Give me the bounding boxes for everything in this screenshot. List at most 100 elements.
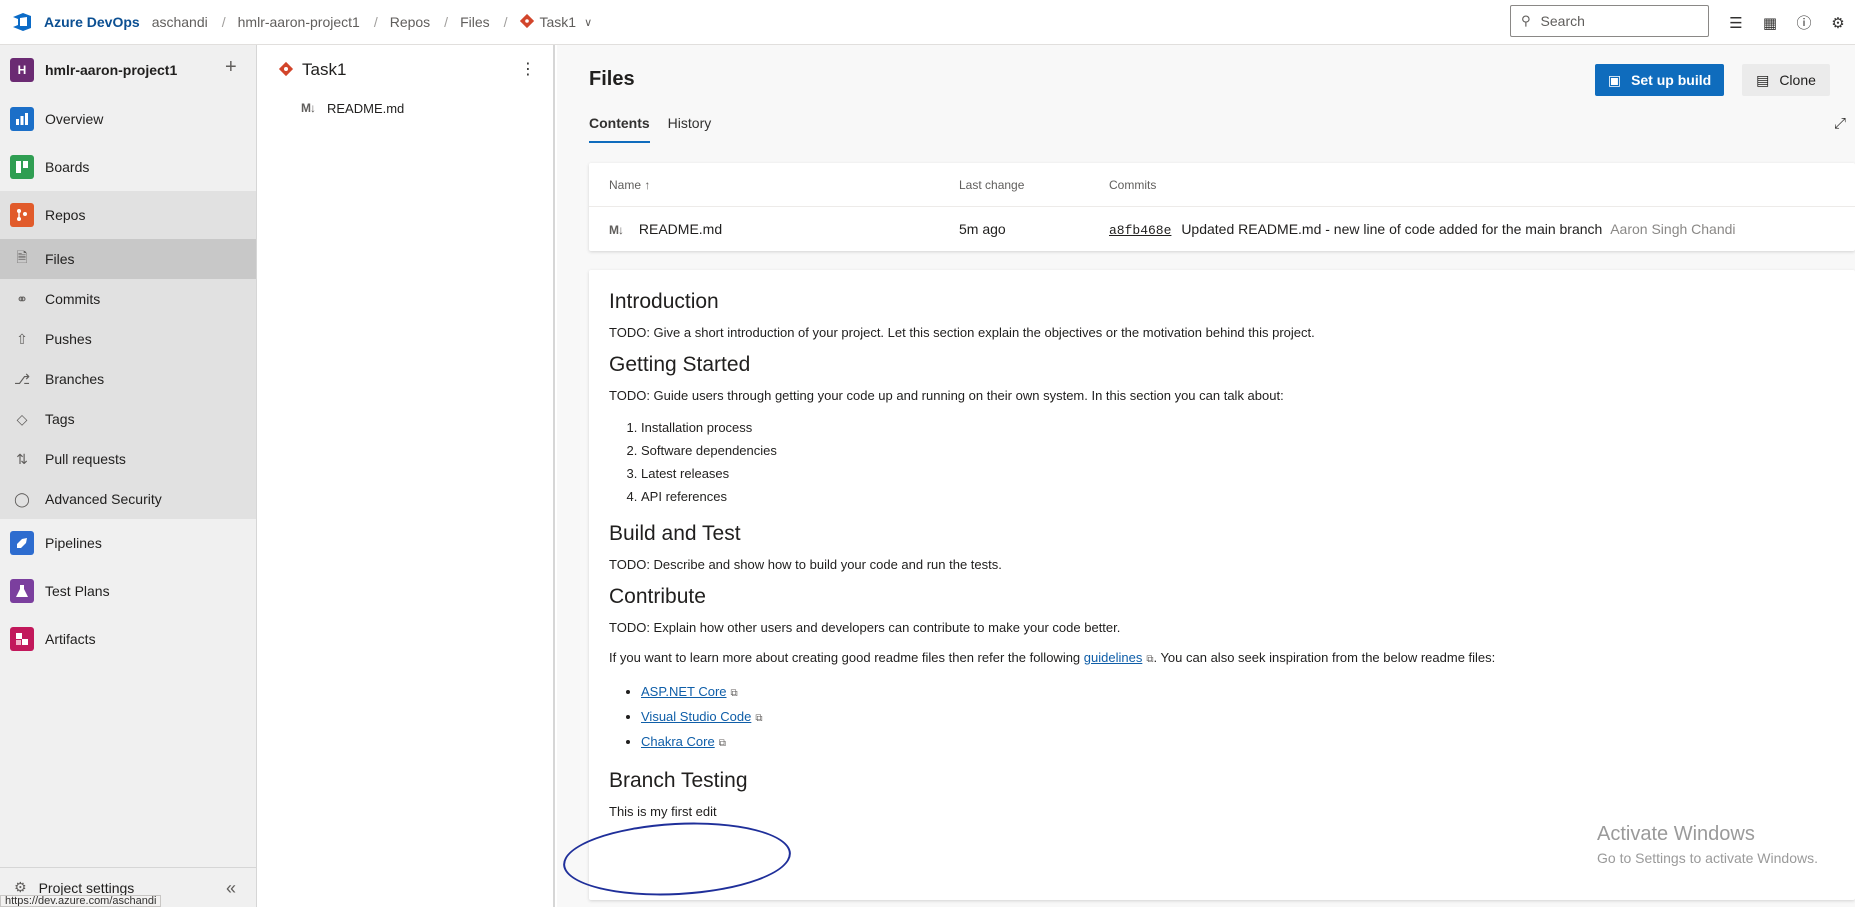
nav-item-pipelines[interactable]: Pipelines [0, 519, 256, 567]
project-header[interactable]: H hmlr-aaron-project1 [0, 45, 256, 95]
commit-message: Updated README.md - new line of code add… [1181, 220, 1603, 237]
external-link-icon: ⧉ [755, 713, 763, 724]
brand-name[interactable]: Azure DevOps [44, 14, 140, 30]
last-change-cell: 5m ago [959, 221, 1006, 237]
boards-icon [10, 155, 34, 179]
visual-studio-code-link[interactable]: Visual Studio Code [641, 709, 751, 724]
learn-post-text: . You can also seek inspiration from the… [1153, 650, 1496, 665]
nav-item-test-plans[interactable]: Test Plans [0, 567, 256, 615]
set-up-build-button[interactable]: ▣ Set up build [1595, 64, 1724, 96]
collapse-nav-icon[interactable]: « [226, 878, 236, 899]
files-icon: 🗎 [16, 249, 28, 265]
column-name-label: Name [609, 177, 642, 192]
file-name-cell[interactable]: M↓ README.md [609, 221, 722, 237]
readme-text: If you want to learn more about creating… [609, 648, 1835, 670]
breadcrumb-repo-selector[interactable]: Task1 ∨ [519, 13, 592, 31]
azure-devops-logo-icon[interactable] [10, 10, 34, 34]
search-icon: ⚲ [1521, 13, 1531, 28]
breadcrumb-separator: / [503, 14, 508, 30]
top-bar: Azure DevOps aschandi / hmlr-aaron-proje… [0, 0, 1855, 45]
sub-item-pushes[interactable]: ⇧ Pushes [0, 319, 256, 359]
tree-file-label: README.md [327, 100, 405, 116]
fullscreen-icon[interactable]: ⤢ [1834, 115, 1846, 132]
sub-item-branches[interactable]: ⎇ Branches [0, 359, 256, 399]
readme-text: This is my first edit [609, 804, 717, 819]
clone-button[interactable]: ▤ Clone [1742, 64, 1830, 96]
search-input[interactable] [1540, 13, 1691, 29]
repo-name: Task1 [302, 60, 347, 79]
breadcrumb-repo-label: Task1 [539, 14, 577, 30]
add-icon[interactable]: + [225, 56, 237, 79]
nav-item-overview[interactable]: Overview [0, 95, 256, 143]
git-repo-icon [278, 61, 294, 80]
nav-label: Repos [45, 207, 86, 223]
file-list-header: Name ↑ Last change Commits [589, 163, 1855, 207]
commits-icon: ⚭ [16, 290, 28, 307]
learn-pre-text: If you want to learn more about creating… [609, 650, 1084, 665]
more-options-icon[interactable]: ⋮ [520, 59, 536, 79]
pushes-icon: ⇧ [16, 330, 28, 347]
table-row[interactable]: M↓ README.md 5m ago a8fb468e Updated REA… [589, 207, 1855, 251]
tab-history[interactable]: History [668, 115, 712, 143]
git-repo-icon [519, 13, 534, 31]
page-title: Files [589, 68, 635, 90]
file-list: Name ↑ Last change Commits M↓ README.md … [589, 163, 1855, 251]
nav-item-artifacts[interactable]: Artifacts [0, 615, 256, 663]
list-item: ASP.NET Core⧉ [641, 680, 1835, 705]
watermark-title: Activate Windows [1597, 823, 1755, 845]
sub-item-label: Tags [45, 411, 75, 427]
sub-item-files[interactable]: 🗎 Files [0, 239, 256, 279]
tree-file-item[interactable]: M↓ README.md [258, 95, 553, 121]
chakra-core-link[interactable]: Chakra Core [641, 734, 715, 749]
breadcrumb-org[interactable]: aschandi [152, 14, 208, 30]
commit-hash-link[interactable]: a8fb468e [1109, 223, 1171, 238]
gear-icon: ⚙ [14, 879, 27, 895]
sub-item-label: Pull requests [45, 451, 126, 467]
nav-item-repos[interactable]: Repos [0, 191, 256, 239]
branches-icon: ⎇ [14, 370, 31, 387]
readme-preview: Introduction TODO: Give a short introduc… [589, 270, 1855, 900]
commit-cell: a8fb468e Updated README.md - new line of… [1109, 221, 1736, 238]
sub-item-tags[interactable]: ◇ Tags [0, 399, 256, 439]
project-settings-label: Project settings [38, 879, 135, 896]
breadcrumb-files[interactable]: Files [460, 14, 490, 30]
markdown-file-icon: M↓ [301, 101, 316, 115]
top-icons: ☰ ▦ ⓘ ⚙ [1728, 0, 1846, 45]
list-item: Latest releases [641, 462, 1835, 485]
column-header-last-change: Last change [959, 177, 1025, 192]
user-settings-icon[interactable]: ⚙ [1830, 14, 1846, 32]
readme-heading-introduction: Introduction [609, 290, 719, 313]
breadcrumb-separator: / [221, 14, 226, 30]
nav-label: Overview [45, 111, 104, 127]
tab-contents[interactable]: Contents [589, 115, 650, 143]
sub-item-pull-requests[interactable]: ⇅ Pull requests [0, 439, 256, 479]
list-item: Software dependencies [641, 439, 1835, 462]
task-list-icon[interactable]: ☰ [1728, 14, 1744, 32]
guidelines-link[interactable]: guidelines [1084, 650, 1143, 665]
file-tree-panel: Task1 ⋮ M↓ README.md [258, 45, 555, 907]
commit-author: Aaron Singh Chandi [1610, 220, 1736, 237]
breadcrumb-separator: / [373, 14, 378, 30]
clone-icon: ▤ [1756, 71, 1770, 88]
nav-item-boards[interactable]: Boards [0, 143, 256, 191]
sub-item-label: Pushes [45, 331, 92, 347]
sub-item-advanced-security[interactable]: ◯ Advanced Security [0, 479, 256, 519]
readme-heading-branch-testing: Branch Testing [609, 769, 748, 792]
list-item: Visual Studio Code ⧉ [641, 705, 1835, 730]
column-header-commits: Commits [1109, 177, 1157, 192]
aspnet-core-link[interactable]: ASP.NET Core [641, 684, 727, 699]
column-header-name[interactable]: Name ↑ [609, 178, 650, 192]
readme-ordered-list: Installation process Software dependenci… [641, 416, 1835, 508]
help-icon[interactable]: ⓘ [1796, 12, 1812, 33]
shopping-bag-icon[interactable]: ▦ [1762, 14, 1778, 32]
repos-group: Repos 🗎 Files ⚭ Commits ⇧ Pushes ⎇ Branc… [0, 191, 256, 519]
search-box[interactable]: ⚲ [1510, 5, 1709, 37]
breadcrumb-project[interactable]: hmlr-aaron-project1 [238, 14, 360, 30]
breadcrumb-repos[interactable]: Repos [390, 14, 430, 30]
readme-link-list: ASP.NET Core⧉ Visual Studio Code ⧉ Chakra… [641, 680, 1835, 755]
sub-item-commits[interactable]: ⚭ Commits [0, 279, 256, 319]
sub-item-label: Advanced Security [45, 491, 162, 507]
nav-label: Artifacts [45, 631, 96, 647]
repo-header: Task1 [258, 45, 553, 95]
left-navigation: H hmlr-aaron-project1 + Overview Boards … [0, 45, 257, 907]
